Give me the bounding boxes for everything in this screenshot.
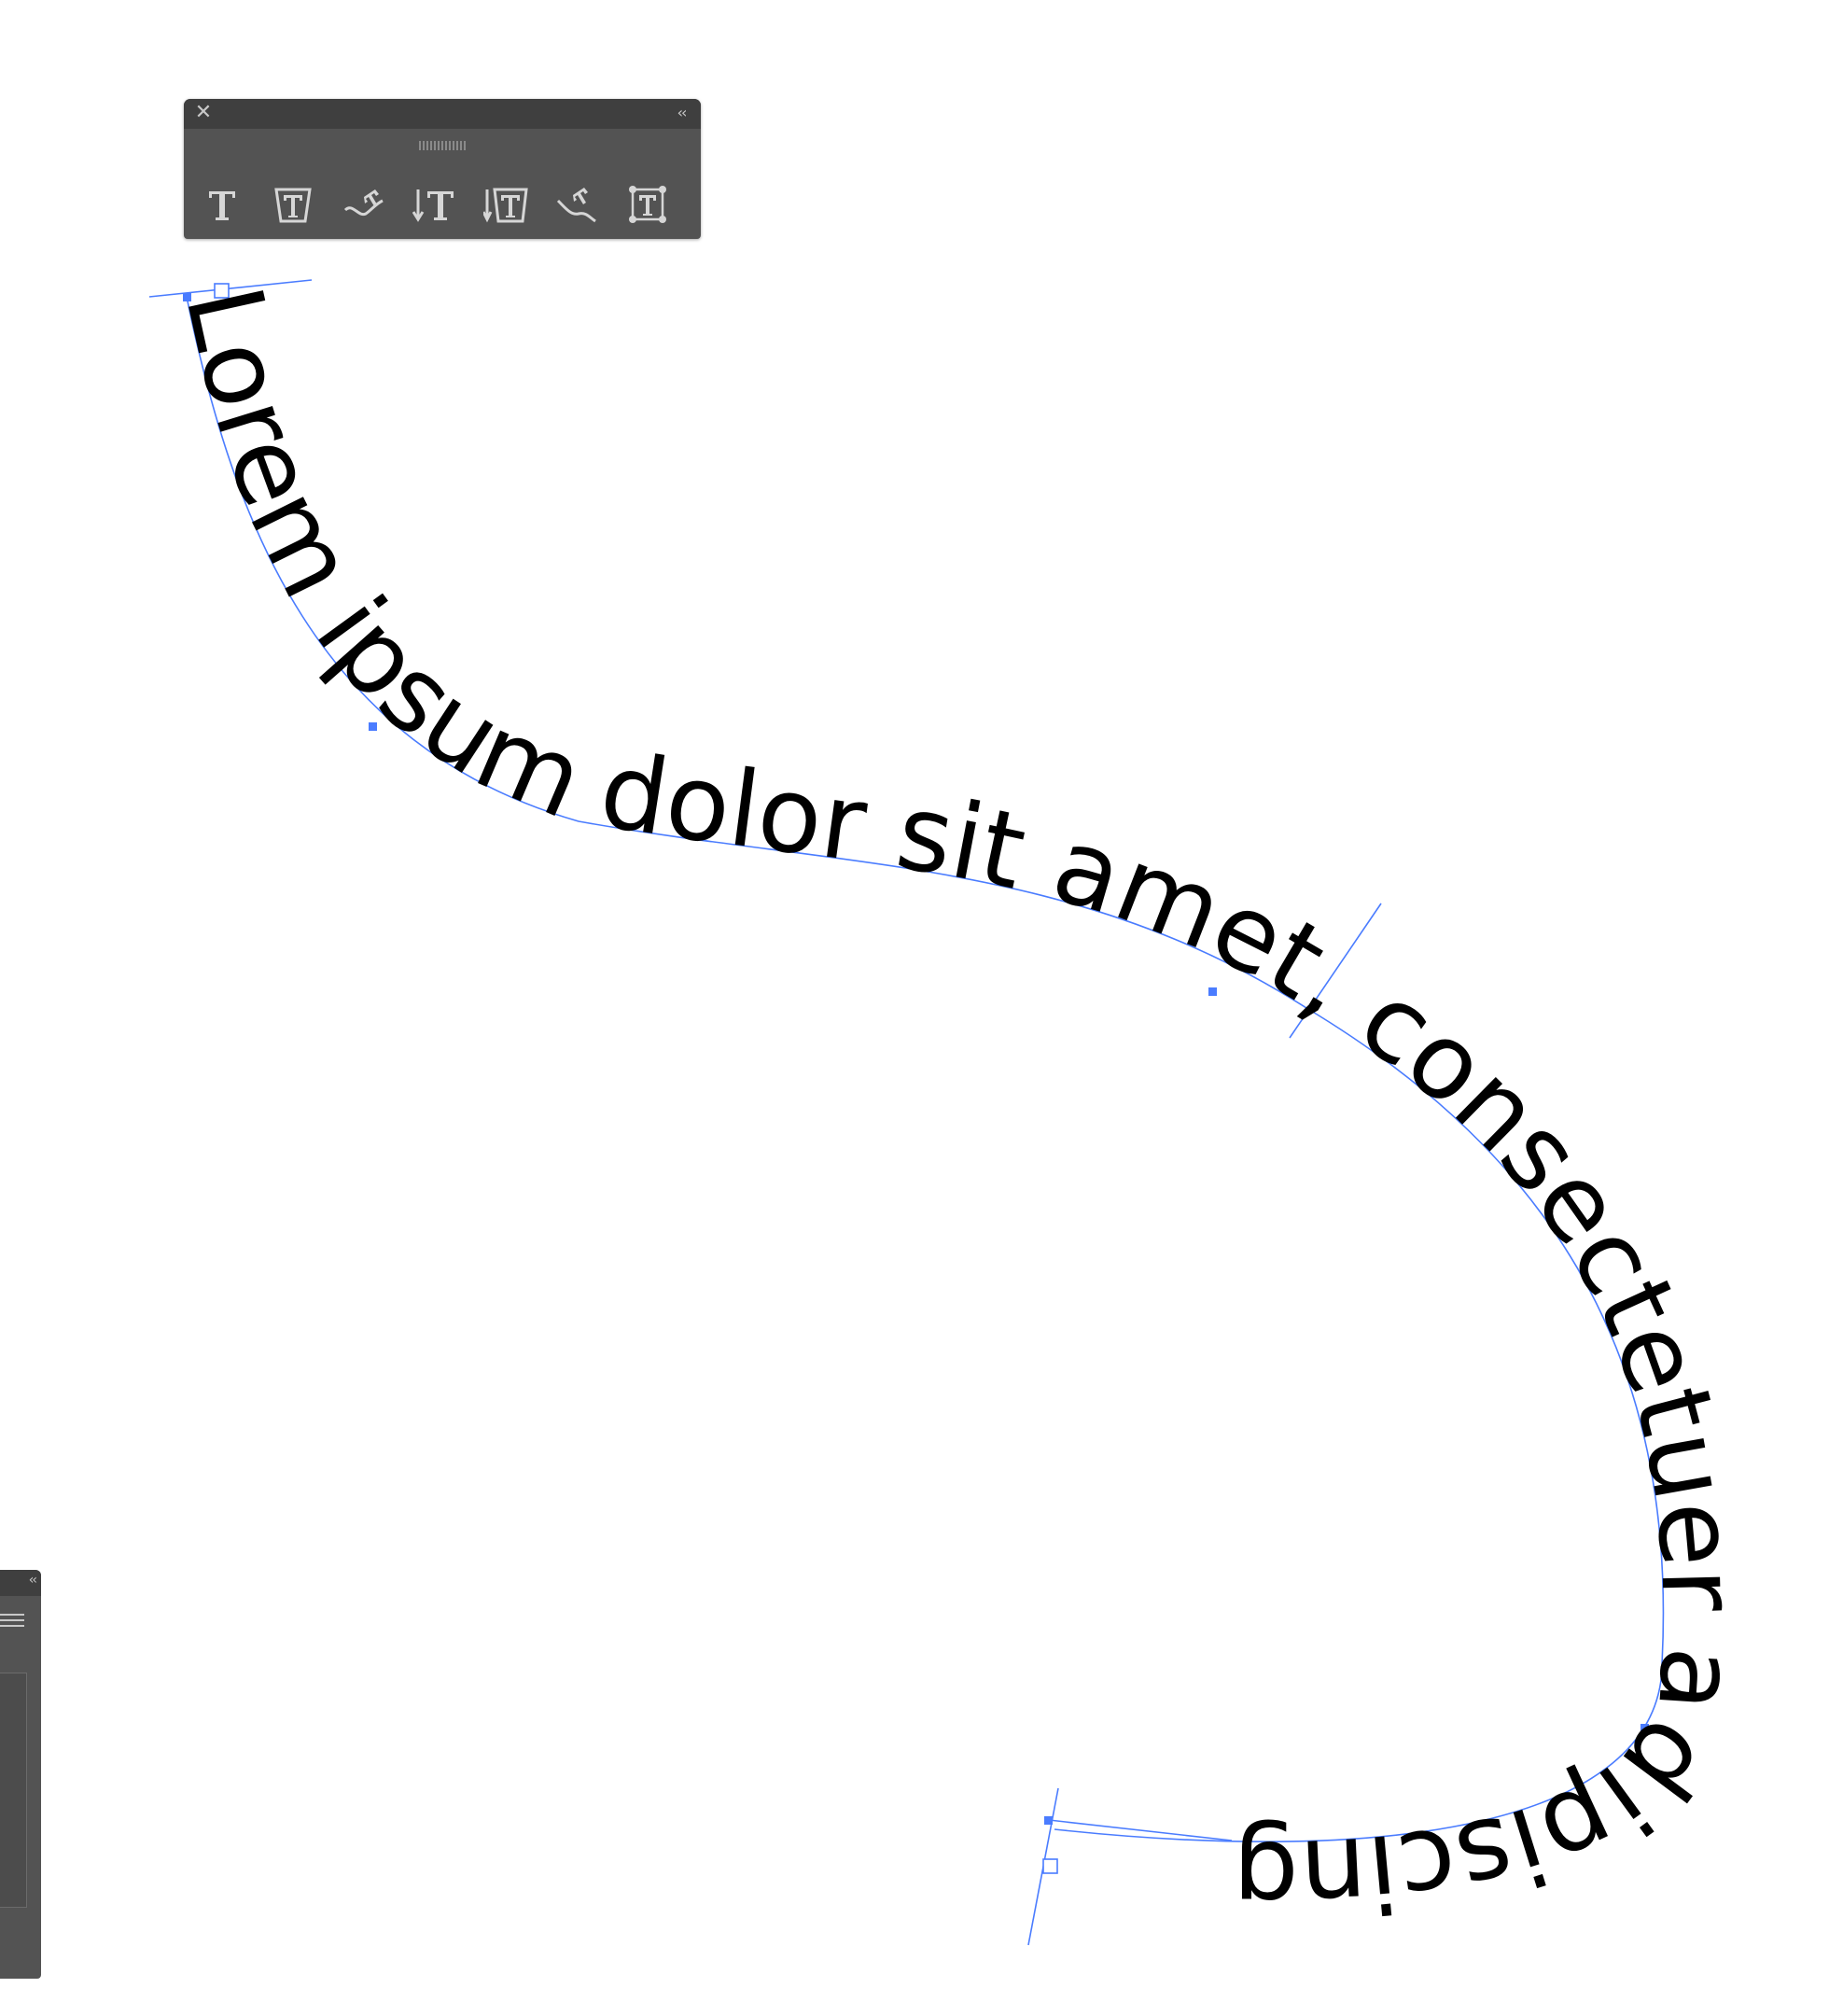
vertical-type-tool-button[interactable] <box>410 179 460 230</box>
vertical-type-icon <box>412 189 454 222</box>
touch-type-tool-button[interactable] <box>622 179 673 230</box>
type-on-path-text[interactable]: Lorem ipsum dolor sit amet, consectetuer… <box>161 276 1759 1938</box>
artboard-canvas[interactable]: Lorem ipsum dolor sit amet, consectetuer… <box>0 0 1829 2016</box>
touch-type-icon <box>629 186 666 223</box>
path-end-anchor[interactable] <box>1044 1816 1053 1825</box>
path-anchor-point[interactable] <box>1208 987 1217 996</box>
panel-drag-grip[interactable] <box>419 141 466 150</box>
docked-panel-content <box>0 1673 27 1908</box>
vertical-type-on-path-tool-button[interactable] <box>551 179 602 230</box>
panel-menu-icon[interactable] <box>0 1611 24 1630</box>
docked-panel-titlebar[interactable]: ‹‹ <box>0 1570 41 1596</box>
collapse-double-chevron-icon[interactable]: ‹‹ <box>671 103 691 123</box>
type-tools-panel: ✕ ‹‹ <box>184 99 701 239</box>
vertical-type-on-path-icon <box>556 188 596 223</box>
docked-panel: ‹‹ <box>0 1570 41 1979</box>
vertical-area-type-icon <box>483 188 528 223</box>
type-on-path-icon <box>343 189 384 217</box>
type-tool-button[interactable] <box>197 179 247 230</box>
vertical-area-type-tool-button[interactable] <box>481 179 531 230</box>
area-type-tool-button[interactable] <box>268 179 318 230</box>
path-text-content: Lorem ipsum dolor sit amet, consectetuer… <box>161 276 1759 1938</box>
collapse-double-chevron-icon[interactable]: ‹‹ <box>29 1573 37 1588</box>
type-icon <box>209 191 235 220</box>
type-on-path-tool-button[interactable] <box>339 179 389 230</box>
panel-titlebar[interactable]: ✕ ‹‹ <box>184 99 701 129</box>
type-tools-row <box>197 179 673 230</box>
area-type-icon <box>274 188 312 223</box>
end-bracket-handle[interactable] <box>1042 1858 1058 1874</box>
close-icon[interactable]: ✕ <box>193 103 214 123</box>
